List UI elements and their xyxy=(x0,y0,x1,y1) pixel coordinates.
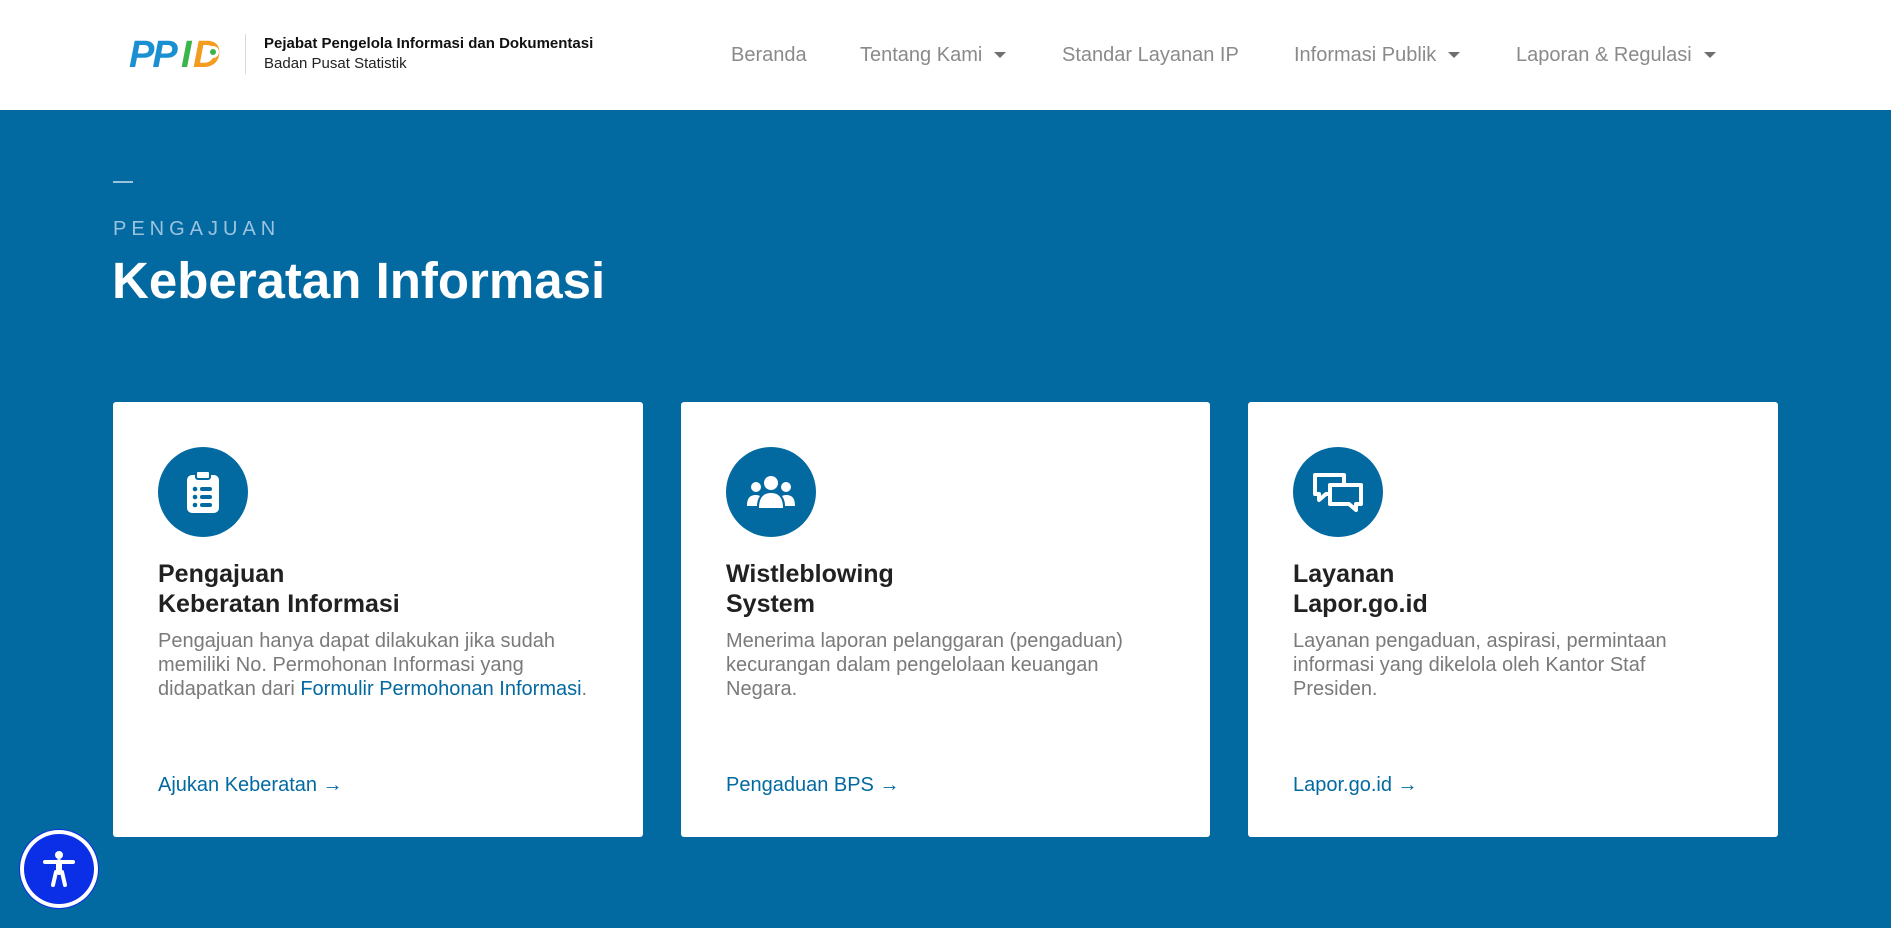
nav-item-label: Laporan & Regulasi xyxy=(1516,44,1692,66)
card-whistleblowing: Wistleblowing System Menerima laporan pe… xyxy=(681,402,1210,837)
main-nav: Beranda Tentang Kami Standar Layanan IP … xyxy=(0,42,1891,68)
hero-eyebrow: PENGAJUAN xyxy=(113,218,281,240)
nav-item-informasi-publik[interactable]: Informasi Publik xyxy=(1294,42,1461,68)
nav-item-label: Beranda xyxy=(731,44,807,66)
caret-down-icon xyxy=(994,52,1007,58)
card-lapor: Layanan Lapor.go.id Layanan pengaduan, a… xyxy=(1248,402,1778,837)
navbar: PP I D Pejabat Pengelola Informasi dan D… xyxy=(0,0,1891,110)
nav-item-tentang-kami[interactable]: Tentang Kami xyxy=(860,42,1007,68)
accessibility-button[interactable] xyxy=(24,834,94,904)
pengaduan-bps-link[interactable]: Pengaduan BPS → xyxy=(726,774,899,797)
card-title-line2: System xyxy=(726,590,815,618)
nav-item-beranda[interactable]: Beranda xyxy=(731,42,807,68)
nav-item-standar-layanan[interactable]: Standar Layanan IP xyxy=(1062,42,1239,68)
nav-item-label: Standar Layanan IP xyxy=(1062,44,1239,66)
card-desc-end: . xyxy=(581,678,588,700)
formulir-permohonan-link[interactable]: Formulir Permohonan Informasi xyxy=(300,678,581,700)
caret-down-icon xyxy=(1448,52,1461,58)
card-title-line1: Wistleblowing xyxy=(726,560,894,588)
nav-item-label: Tentang Kami xyxy=(860,44,983,66)
caret-down-icon xyxy=(1703,52,1716,58)
hero-dash xyxy=(113,181,133,183)
chat-bubbles-icon xyxy=(1293,447,1383,537)
card-title: Layanan Lapor.go.id xyxy=(1293,559,1734,619)
card-description: Layanan pengaduan, aspirasi, permintaan … xyxy=(1293,630,1667,700)
card-title: Pengajuan Keberatan Informasi xyxy=(158,559,599,619)
card-description: Menerima laporan pelanggaran (pengaduan)… xyxy=(726,630,1123,700)
clipboard-list-icon xyxy=(158,447,248,537)
accessibility-icon xyxy=(43,851,75,887)
lapor-go-id-link[interactable]: Lapor.go.id → xyxy=(1293,774,1418,797)
nav-item-laporan-regulasi[interactable]: Laporan & Regulasi xyxy=(1516,42,1716,68)
card-keberatan: Pengajuan Keberatan Informasi Pengajuan … xyxy=(113,402,643,837)
card-title-line2: Keberatan Informasi xyxy=(158,590,400,618)
card-description: Pengajuan hanya dapat dilakukan jika sud… xyxy=(158,629,599,701)
page-title: Keberatan Informasi xyxy=(112,252,606,309)
card-title-line2: Lapor.go.id xyxy=(1293,590,1428,618)
nav-item-label: Informasi Publik xyxy=(1294,44,1437,66)
card-title-line1: Layanan xyxy=(1293,560,1395,588)
users-icon xyxy=(726,447,816,537)
card-title: Wistleblowing System xyxy=(726,559,1166,619)
card-title-line1: Pengajuan xyxy=(158,560,285,588)
ajukan-keberatan-link[interactable]: Ajukan Keberatan → xyxy=(158,774,343,797)
